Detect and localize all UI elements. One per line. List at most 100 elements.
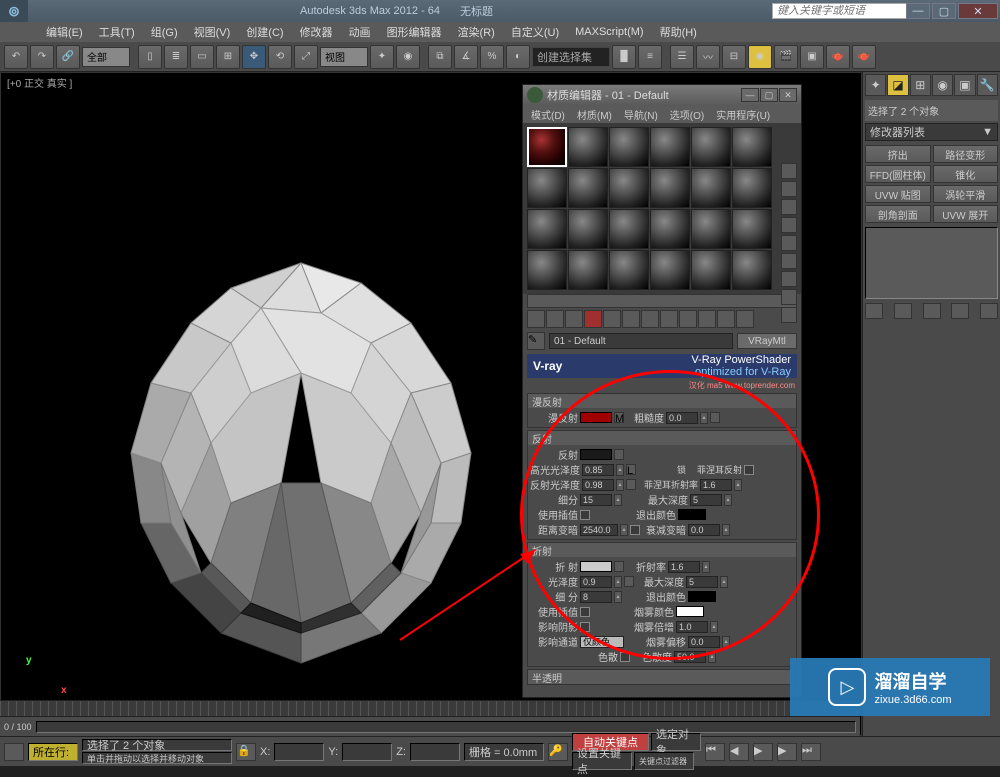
lock-button[interactable]: L <box>626 464 636 475</box>
schematic-button[interactable]: ⊟ <box>722 45 746 69</box>
display-tab[interactable]: ▣ <box>954 74 975 96</box>
material-slot[interactable] <box>650 250 690 290</box>
menu-help[interactable]: 帮助(H) <box>654 22 703 42</box>
affect-shadow-check[interactable] <box>580 622 590 632</box>
material-slot[interactable] <box>609 250 649 290</box>
goto-end-button[interactable]: ⏭ <box>801 743 821 761</box>
get-material-button[interactable] <box>527 310 545 328</box>
material-slot[interactable] <box>691 127 731 167</box>
manip-button[interactable]: ◉ <box>396 45 420 69</box>
hierarchy-tab[interactable]: ⊞ <box>910 74 931 96</box>
z-coord-input[interactable] <box>410 743 460 761</box>
select-name-button[interactable]: ≣ <box>164 45 188 69</box>
material-editor-titlebar[interactable]: 材质编辑器 - 01 - Default — ▢ ✕ <box>523 85 801 105</box>
go-parent-button[interactable] <box>717 310 735 328</box>
material-slot[interactable] <box>609 168 649 208</box>
mat-menu-util[interactable]: 实用程序(U) <box>712 105 774 123</box>
snap-button[interactable]: ⧉ <box>428 45 452 69</box>
show-end-result-button[interactable] <box>698 310 716 328</box>
curve-editor-button[interactable]: 〰 <box>696 45 720 69</box>
options-button[interactable] <box>781 271 797 287</box>
goto-start-button[interactable]: ⏮ <box>705 743 725 761</box>
refract-map-button[interactable] <box>614 561 624 572</box>
sample-type-button[interactable] <box>781 163 797 179</box>
refcoord-drop[interactable]: 视图 <box>320 47 368 67</box>
material-name-input[interactable] <box>549 333 733 349</box>
dim-check[interactable] <box>630 525 640 535</box>
render-button[interactable]: 🫖 <box>826 45 850 69</box>
mat-menu-material[interactable]: 材质(M) <box>573 105 616 123</box>
refr-sub-spinner[interactable]: 8 <box>580 591 612 603</box>
time-track[interactable] <box>0 700 860 716</box>
preview-button[interactable] <box>781 253 797 269</box>
mirror-button[interactable]: ▐▌ <box>612 45 636 69</box>
rotate-button[interactable]: ⟲ <box>268 45 292 69</box>
material-slot[interactable] <box>650 127 690 167</box>
undo-button[interactable]: ↶ <box>4 45 28 69</box>
prev-frame-button[interactable]: ◀ <box>729 743 749 761</box>
video-check-button[interactable] <box>781 235 797 251</box>
render-frame-button[interactable]: ▣ <box>800 45 824 69</box>
pick-material-button[interactable]: ✎ <box>527 332 545 350</box>
menu-group[interactable]: 组(G) <box>145 22 184 42</box>
y-coord-input[interactable] <box>342 743 392 761</box>
refr-gloss-spinner[interactable]: 0.9 <box>580 576 612 588</box>
time-slider[interactable] <box>36 721 856 733</box>
material-slot[interactable] <box>527 209 567 249</box>
redo-button[interactable]: ↷ <box>30 45 54 69</box>
fresnel-check[interactable] <box>744 465 754 475</box>
selset-drop[interactable]: 创建选择集 <box>532 47 610 67</box>
modify-tab[interactable]: ◪ <box>887 74 908 96</box>
menu-modifiers[interactable]: 修改器 <box>294 22 339 42</box>
go-sibling-button[interactable] <box>736 310 754 328</box>
menu-render[interactable]: 渲染(R) <box>452 22 501 42</box>
scope-drop[interactable]: 全部 <box>82 47 130 67</box>
background-button[interactable] <box>781 199 797 215</box>
reset-button[interactable] <box>584 310 602 328</box>
play-button[interactable]: ▶ <box>753 743 773 761</box>
refl-sub-spinner[interactable]: 15 <box>580 494 612 506</box>
affect-channel-drop[interactable]: 仅颜色 <box>580 636 624 648</box>
align-button[interactable]: ≡ <box>638 45 662 69</box>
fior-spinner[interactable]: 1.6 <box>700 479 732 491</box>
material-slot[interactable] <box>568 209 608 249</box>
mod-ffd[interactable]: FFD(圆柱体) <box>865 165 931 183</box>
mat-menu-options[interactable]: 选项(O) <box>666 105 708 123</box>
material-slot[interactable] <box>650 168 690 208</box>
mod-uvwmap[interactable]: UVW 贴图 <box>865 185 931 203</box>
maximize-button[interactable]: ▢ <box>932 3 956 19</box>
modifier-stack[interactable] <box>865 227 998 299</box>
matid-channel-button[interactable] <box>660 310 678 328</box>
x-coord-input[interactable] <box>274 743 324 761</box>
material-slot[interactable] <box>732 168 772 208</box>
ior-spinner[interactable]: 1.6 <box>668 561 700 573</box>
fog-mult-spinner[interactable]: 1.0 <box>676 621 708 633</box>
refl-interp-check[interactable] <box>580 510 590 520</box>
lock-selection-button[interactable]: 🔒 <box>236 743 256 761</box>
fog-color-swatch[interactable] <box>676 606 704 617</box>
copy-button[interactable] <box>603 310 621 328</box>
key-mode-button[interactable]: 🔑 <box>548 743 568 761</box>
next-frame-button[interactable]: ▶ <box>777 743 797 761</box>
make-unique-button[interactable] <box>923 303 941 319</box>
minimize-button[interactable]: — <box>906 3 930 19</box>
roughness-map-button[interactable] <box>710 412 720 423</box>
material-slot[interactable] <box>527 250 567 290</box>
material-slot[interactable] <box>568 250 608 290</box>
put-to-lib-button[interactable] <box>641 310 659 328</box>
pct-snap-button[interactable]: % <box>480 45 504 69</box>
mod-turbosmooth[interactable]: 涡轮平滑 <box>933 185 999 203</box>
menu-maxscript[interactable]: MAXScript(M) <box>569 24 649 40</box>
create-tab[interactable]: ✦ <box>865 74 886 96</box>
material-slot-1[interactable] <box>527 127 567 167</box>
material-slot[interactable] <box>527 168 567 208</box>
motion-tab[interactable]: ◉ <box>932 74 953 96</box>
show-end-button[interactable] <box>894 303 912 319</box>
menu-view[interactable]: 视图(V) <box>188 22 237 42</box>
material-slot[interactable] <box>650 209 690 249</box>
remove-mod-button[interactable] <box>951 303 969 319</box>
mod-pathdeform[interactable]: 路径变形 <box>933 145 999 163</box>
maxscript-button[interactable] <box>4 743 24 761</box>
render-setup-button[interactable]: 🎬 <box>774 45 798 69</box>
utilities-tab[interactable]: 🔧 <box>977 74 998 96</box>
